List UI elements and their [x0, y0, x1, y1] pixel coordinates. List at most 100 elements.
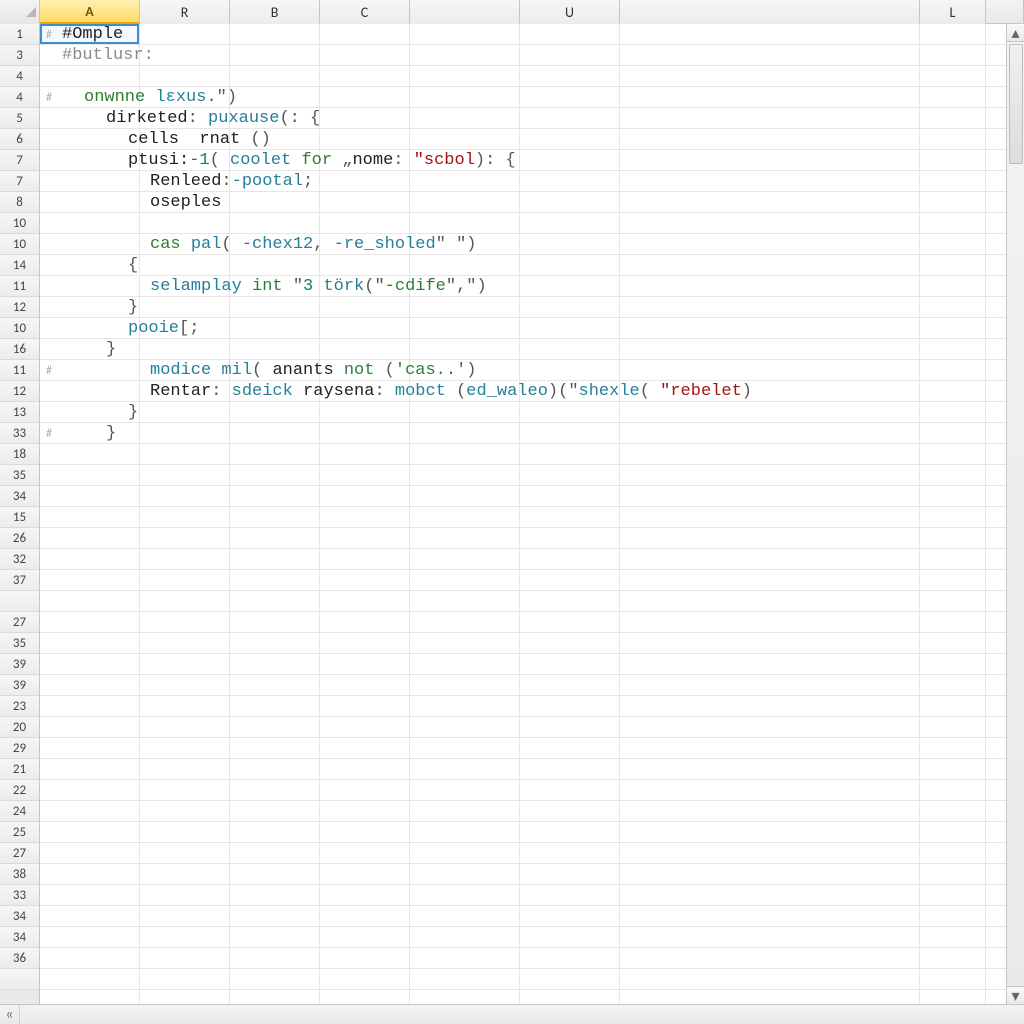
row-header[interactable]: 3	[0, 45, 39, 66]
row-header[interactable]: 27	[0, 612, 39, 633]
code-text: cells rnat ()	[58, 130, 271, 149]
column-header-R[interactable]: R	[140, 0, 230, 24]
row-header[interactable]: 29	[0, 738, 39, 759]
fold-gutter-icon: #	[40, 364, 58, 378]
column-header-spacer	[986, 0, 1024, 23]
row-header[interactable]: 35	[0, 633, 39, 654]
row-header[interactable]: 11	[0, 276, 39, 297]
row-header[interactable]: 14	[0, 255, 39, 276]
code-line[interactable]: }	[40, 402, 1006, 423]
row-header[interactable]: 21	[0, 759, 39, 780]
row-header[interactable]: 22	[0, 780, 39, 801]
row-header[interactable]: 27	[0, 843, 39, 864]
code-text: cas pal( -chex12, -re_sholed" ")	[58, 235, 477, 254]
row-header[interactable]: 16	[0, 339, 39, 360]
code-line[interactable]: Rentar: sdeick raysena: mobct (ed_waleo)…	[40, 381, 1006, 402]
code-line[interactable]	[40, 66, 1006, 87]
column-header-U[interactable]: U	[520, 0, 620, 24]
column-header-C[interactable]: C	[320, 0, 410, 24]
row-header[interactable]: 4	[0, 66, 39, 87]
row-header[interactable]: 24	[0, 801, 39, 822]
code-line[interactable]: }	[40, 339, 1006, 360]
row-header[interactable]: 33	[0, 423, 39, 444]
code-line[interactable]: pooie[;	[40, 318, 1006, 339]
row-header[interactable]: 8	[0, 192, 39, 213]
code-text: }	[58, 424, 116, 443]
row-header[interactable]: 5	[0, 108, 39, 129]
row-header[interactable]: 18	[0, 444, 39, 465]
row-header[interactable]	[0, 969, 39, 990]
code-text: pooie[;	[58, 319, 199, 338]
row-header[interactable]: 12	[0, 297, 39, 318]
row-header[interactable]: 35	[0, 465, 39, 486]
row-header[interactable]: 11	[0, 360, 39, 381]
code-text: dirketed: puxause(: {	[58, 109, 320, 128]
code-line[interactable]: oseples	[40, 192, 1006, 213]
fold-gutter-icon: #	[40, 28, 58, 42]
code-line[interactable]: {	[40, 255, 1006, 276]
scroll-up-arrow-icon[interactable]: ▴	[1007, 24, 1024, 42]
tab-nav-first-icon[interactable]: «	[0, 1005, 20, 1024]
column-header-col4[interactable]	[410, 0, 520, 24]
row-header[interactable]: 33	[0, 885, 39, 906]
scroll-thumb[interactable]	[1009, 44, 1023, 164]
row-header[interactable]: 6	[0, 129, 39, 150]
column-header-B[interactable]: B	[230, 0, 320, 24]
code-text: #butlusr:	[58, 46, 154, 65]
row-header[interactable]: 32	[0, 549, 39, 570]
code-line[interactable]	[40, 213, 1006, 234]
code-text: }	[58, 298, 138, 317]
code-line[interactable]: selamplay int "3 törk("-cdife",")	[40, 276, 1006, 297]
code-line[interactable]: #onwnne lɛxus.")	[40, 87, 1006, 108]
code-line[interactable]: dirketed: puxause(: {	[40, 108, 1006, 129]
row-header[interactable]: 36	[0, 948, 39, 969]
code-line[interactable]: #butlusr:	[40, 45, 1006, 66]
row-header[interactable]: 34	[0, 927, 39, 948]
scroll-track[interactable]	[1007, 42, 1024, 986]
code-line[interactable]: ptusi:-1( coolet for „nome: "scbol): {	[40, 150, 1006, 171]
row-header[interactable]	[0, 591, 39, 612]
column-headers: ARBC U L	[0, 0, 1024, 24]
column-header-L[interactable]: L	[920, 0, 986, 24]
code-text: onwnne lɛxus.")	[58, 88, 237, 107]
row-header[interactable]: 7	[0, 150, 39, 171]
row-header[interactable]: 10	[0, 318, 39, 339]
row-header[interactable]: 4	[0, 87, 39, 108]
code-text: oseples	[58, 193, 221, 212]
code-line[interactable]: }	[40, 297, 1006, 318]
row-header[interactable]: 37	[0, 570, 39, 591]
code-line[interactable]: cells rnat ()	[40, 129, 1006, 150]
code-line[interactable]: ##Omple	[40, 24, 1006, 45]
row-header[interactable]: 10	[0, 213, 39, 234]
row-header[interactable]: 1	[0, 24, 39, 45]
column-header-A[interactable]: A	[40, 0, 140, 24]
row-header[interactable]: 13	[0, 402, 39, 423]
select-all-corner[interactable]	[0, 0, 40, 24]
row-header[interactable]: 12	[0, 381, 39, 402]
scroll-down-arrow-icon[interactable]: ▾	[1007, 986, 1024, 1004]
sheet-area[interactable]: ##Omple#butlusr:#onwnne lɛxus.")dirketed…	[40, 24, 1006, 1004]
row-header[interactable]: 25	[0, 822, 39, 843]
row-header[interactable]: 23	[0, 696, 39, 717]
code-line[interactable]: cas pal( -chex12, -re_sholed" ")	[40, 234, 1006, 255]
row-header[interactable]: 7	[0, 171, 39, 192]
row-header[interactable]: 20	[0, 717, 39, 738]
workbook-body: 1344567781010141112101611121333183534152…	[0, 24, 1024, 1004]
row-header[interactable]: 10	[0, 234, 39, 255]
row-header[interactable]: 39	[0, 675, 39, 696]
code-text: }	[58, 403, 138, 422]
row-header[interactable]: 39	[0, 654, 39, 675]
code-line[interactable]: Renleed:-pootal;	[40, 171, 1006, 192]
row-header[interactable]: 15	[0, 507, 39, 528]
code-text: }	[58, 340, 116, 359]
row-header[interactable]: 26	[0, 528, 39, 549]
row-header[interactable]: 34	[0, 906, 39, 927]
sheet-tab-strip: «	[0, 1004, 1024, 1024]
row-header[interactable]: 38	[0, 864, 39, 885]
cell-content: ##Omple#butlusr:#onwnne lɛxus.")dirketed…	[40, 24, 1006, 1004]
vertical-scrollbar[interactable]: ▴ ▾	[1006, 24, 1024, 1004]
column-header-col6[interactable]	[620, 0, 920, 24]
row-header[interactable]: 34	[0, 486, 39, 507]
code-line[interactable]: #}	[40, 423, 1006, 444]
code-line[interactable]: #modice mil( anants not ('cas..')	[40, 360, 1006, 381]
